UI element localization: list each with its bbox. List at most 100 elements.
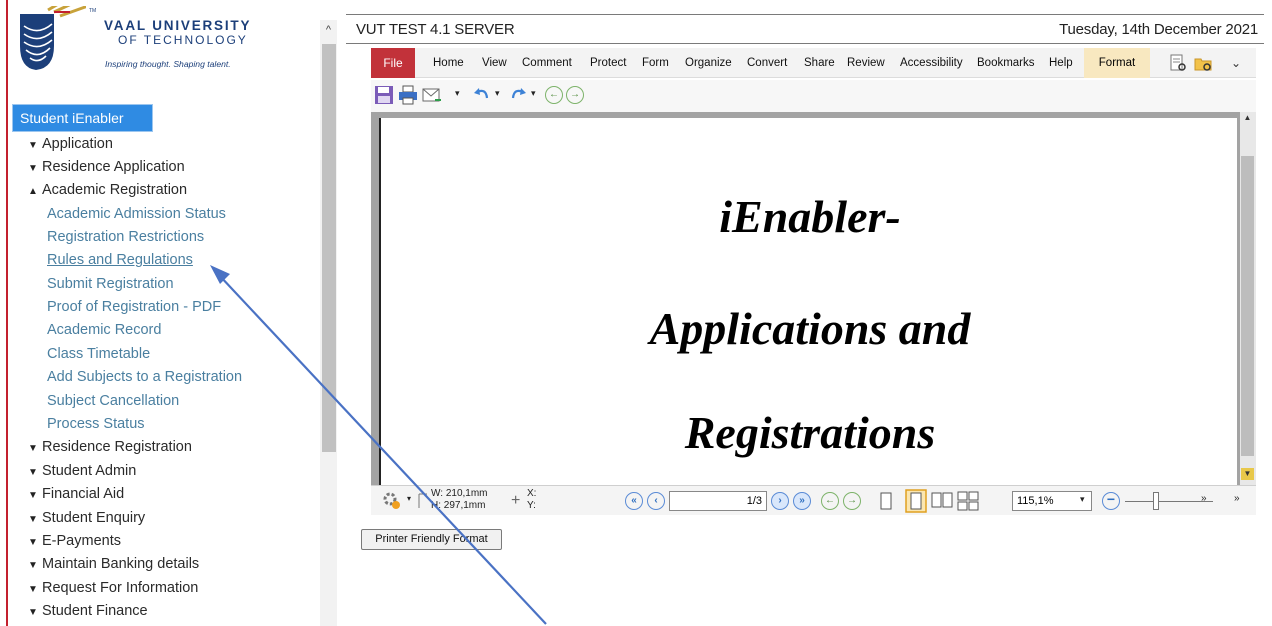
chevron-down-icon: ▼ xyxy=(28,537,38,548)
tab-share[interactable]: Share xyxy=(804,48,835,78)
tab-review[interactable]: Review xyxy=(847,48,885,78)
menu-item-label: Student Finance xyxy=(42,603,148,619)
submenu-process-status[interactable]: Process Status xyxy=(47,414,145,434)
university-logo: TM VAAL UNIVERSITY OF TECHNOLOGY Inspiri… xyxy=(14,6,314,76)
page-number-input[interactable]: 1/3 xyxy=(669,491,767,511)
printer-friendly-format-button[interactable]: Printer Friendly Format xyxy=(361,529,502,550)
first-page-icon[interactable]: « xyxy=(625,492,643,510)
sidebar-accent-bar xyxy=(6,0,8,626)
student-ienabler-button[interactable]: Student iEnabler xyxy=(12,104,153,132)
chevron-up-icon: ▲ xyxy=(28,186,38,197)
back-view-icon[interactable]: ← xyxy=(821,492,839,510)
trademark-mark: TM xyxy=(89,8,97,14)
chevron-down-icon: ▼ xyxy=(28,467,38,478)
submenu-subject-cancellation[interactable]: Subject Cancellation xyxy=(47,391,179,411)
menu-item-student-admin[interactable]: ▼ Student Admin xyxy=(28,461,136,481)
back-icon[interactable]: ← xyxy=(545,86,563,104)
folder-search-icon[interactable] xyxy=(1193,53,1213,73)
tab-format[interactable]: Format xyxy=(1084,48,1150,78)
dropdown-arrow-icon[interactable]: ▾ xyxy=(455,88,460,99)
zoom-dropdown-icon[interactable]: ▾ xyxy=(1080,494,1085,505)
current-date: Tuesday, 14th December 2021 xyxy=(1059,21,1258,38)
save-icon[interactable] xyxy=(373,84,395,106)
continuous-facing-icon[interactable] xyxy=(957,491,979,511)
continuous-page-icon[interactable] xyxy=(905,489,927,513)
chevron-down-icon: ▼ xyxy=(28,514,38,525)
menu-item-residence-application[interactable]: ▼ Residence Application xyxy=(28,157,185,177)
submenu-academic-admission-status[interactable]: Academic Admission Status xyxy=(47,204,226,224)
ribbon-collapse-icon[interactable]: ⌄ xyxy=(1231,56,1241,70)
previous-page-icon[interactable]: ‹ xyxy=(647,492,665,510)
scroll-up-arrow-icon[interactable]: ^ xyxy=(320,22,337,38)
forward-icon[interactable]: → xyxy=(566,86,584,104)
tab-home[interactable]: Home xyxy=(433,48,464,78)
menu-item-label: Maintain Banking details xyxy=(42,556,200,572)
tab-view[interactable]: View xyxy=(482,48,507,78)
submenu-class-timetable[interactable]: Class Timetable xyxy=(47,344,150,364)
menu-item-student-finance[interactable]: ▼ Student Finance xyxy=(28,601,148,621)
pdf-document-view: iEnabler- Applications and Registrations… xyxy=(371,112,1256,485)
print-icon[interactable] xyxy=(397,84,419,106)
dropdown-arrow-icon[interactable]: ▾ xyxy=(407,494,411,503)
page-height: H: 297,1mm xyxy=(431,500,486,511)
menu-item-label: Application xyxy=(42,136,113,152)
more-icon[interactable]: » xyxy=(1234,493,1240,504)
tab-form[interactable]: Form xyxy=(642,48,669,78)
facing-pages-icon[interactable] xyxy=(931,491,953,511)
logo-tagline: Inspiring thought. Shaping talent. xyxy=(105,59,231,69)
pdf-page: iEnabler- Applications and Registrations xyxy=(379,118,1237,485)
submenu-add-subjects[interactable]: Add Subjects to a Registration xyxy=(47,367,242,387)
menu-item-residence-registration[interactable]: ▼ Residence Registration xyxy=(28,437,192,457)
redo-icon[interactable] xyxy=(507,84,529,106)
submenu-academic-record[interactable]: Academic Record xyxy=(47,320,161,340)
tab-accessibility[interactable]: Accessibility xyxy=(900,48,963,78)
scroll-up-icon[interactable]: ▲ xyxy=(1241,112,1254,124)
zoom-slider-thumb[interactable] xyxy=(1153,492,1159,510)
tab-convert[interactable]: Convert xyxy=(747,48,787,78)
chevron-down-icon: ▼ xyxy=(28,584,38,595)
dropdown-arrow-icon[interactable]: ▾ xyxy=(531,88,536,99)
single-page-icon[interactable] xyxy=(879,491,893,511)
document-scrollbar-thumb[interactable] xyxy=(1241,156,1254,456)
tab-help[interactable]: Help xyxy=(1049,48,1073,78)
submenu-proof-of-registration[interactable]: Proof of Registration - PDF xyxy=(47,297,221,317)
menu-item-student-enquiry[interactable]: ▼ Student Enquiry xyxy=(28,508,145,528)
tab-bookmarks[interactable]: Bookmarks xyxy=(977,48,1035,78)
chevron-down-icon: ▼ xyxy=(28,490,38,501)
forward-view-icon[interactable]: → xyxy=(843,492,861,510)
vut-emblem-icon xyxy=(20,6,86,70)
menu-item-application[interactable]: ▼ Application xyxy=(28,134,113,154)
tab-comment[interactable]: Comment xyxy=(522,48,572,78)
last-page-icon[interactable]: » xyxy=(793,492,811,510)
submenu-rules-and-regulations[interactable]: Rules and Regulations xyxy=(47,250,193,270)
tab-file[interactable]: File xyxy=(371,48,415,78)
scroll-down-icon[interactable]: ▼ xyxy=(1241,468,1254,480)
menu-item-request-information[interactable]: ▼ Request For Information xyxy=(28,578,198,598)
menu-item-financial-aid[interactable]: ▼ Financial Aid xyxy=(28,484,124,504)
sidebar-scrollbar-thumb[interactable] xyxy=(322,44,336,452)
chevron-down-icon: ▼ xyxy=(28,163,38,174)
crosshair-icon: + xyxy=(511,492,521,509)
submenu-registration-restrictions[interactable]: Registration Restrictions xyxy=(47,227,204,247)
email-icon[interactable] xyxy=(421,84,443,106)
next-page-icon[interactable]: › xyxy=(771,492,789,510)
menu-item-e-payments[interactable]: ▼ E-Payments xyxy=(28,531,121,551)
dropdown-arrow-icon[interactable]: ▾ xyxy=(495,88,500,99)
menu-item-academic-registration[interactable]: ▲ Academic Registration xyxy=(28,180,187,200)
menu-item-label: Student Admin xyxy=(42,463,137,479)
undo-icon[interactable] xyxy=(471,84,493,106)
pdf-status-bar: ▾ W: 210,1mm H: 297,1mm + X: Y: « ‹ 1/3 … xyxy=(371,485,1256,515)
submenu-submit-registration[interactable]: Submit Registration xyxy=(47,274,174,294)
tab-protect[interactable]: Protect xyxy=(590,48,626,78)
expand-icon[interactable]: » xyxy=(1201,493,1207,504)
menu-item-label: Student Enquiry xyxy=(42,510,146,526)
document-scrollbar[interactable]: ▲ ▼ xyxy=(1240,112,1256,485)
zoom-out-icon[interactable]: − xyxy=(1102,492,1120,510)
settings-gear-icon[interactable] xyxy=(381,490,403,512)
document-search-icon[interactable] xyxy=(1168,53,1188,73)
tab-organize[interactable]: Organize xyxy=(685,48,732,78)
zoom-slider-track[interactable] xyxy=(1125,501,1213,502)
menu-item-maintain-banking[interactable]: ▼ Maintain Banking details xyxy=(28,554,199,574)
chevron-down-icon: ▼ xyxy=(28,140,38,151)
cursor-x: X: xyxy=(527,488,537,499)
